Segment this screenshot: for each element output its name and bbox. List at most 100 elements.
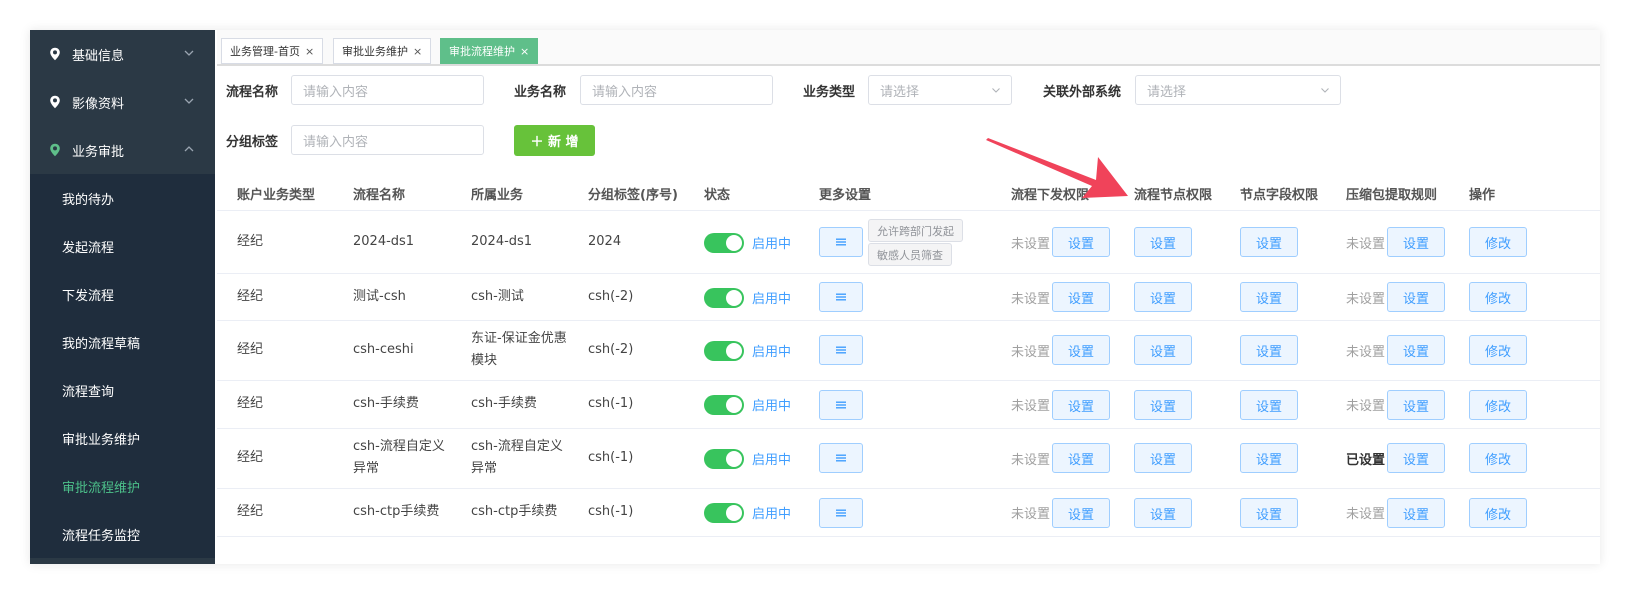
node-set-button[interactable]: 设置	[1134, 282, 1192, 312]
toggle-knob	[726, 235, 742, 251]
cell-group-tag: csh(-1)	[588, 504, 634, 519]
status-toggle[interactable]	[704, 395, 744, 415]
tab-home[interactable]: 业务管理-首页 ×	[221, 38, 324, 64]
add-button[interactable]: ＋ 新 增	[514, 125, 595, 156]
cell-account-type: 经纪	[237, 342, 264, 357]
cell-biz: csh-手续费	[471, 396, 537, 411]
main-content: 业务管理-首页 × 审批业务维护 × 审批流程维护 × 流程名称 请输入内容 业务名称…	[217, 30, 1600, 564]
zip-set-button[interactable]: 设置	[1387, 498, 1445, 528]
tab-biz-maintenance[interactable]: 审批业务维护 ×	[333, 38, 432, 64]
group-tag-input[interactable]: 请输入内容	[291, 125, 484, 155]
zip-set-button[interactable]: 设置	[1387, 282, 1445, 312]
zip-set-button[interactable]: 设置	[1387, 443, 1445, 473]
field-set-button[interactable]: 设置	[1240, 227, 1298, 257]
ext-system-select[interactable]: 请选择	[1135, 75, 1341, 105]
sidebar-item-flow-maintenance[interactable]: 审批流程维护	[30, 462, 215, 510]
col-header-biz: 所属业务	[471, 188, 524, 203]
more-settings-button[interactable]	[819, 443, 863, 473]
zip-status-text: 未设置	[1346, 507, 1386, 522]
chevron-down-icon	[992, 88, 1000, 93]
status-toggle[interactable]	[704, 449, 744, 469]
field-set-button[interactable]: 设置	[1240, 335, 1298, 365]
cell-account-type: 经纪	[237, 450, 264, 465]
cell-flow-name: csh-ctp手续费	[353, 504, 440, 519]
edit-button[interactable]: 修改	[1469, 390, 1527, 420]
dispatch-unset-text: 未设置	[1011, 399, 1051, 414]
hamburger-menu-icon	[836, 454, 846, 462]
edit-button[interactable]: 修改	[1469, 227, 1527, 257]
flow-name-placeholder: 请输入内容	[303, 84, 369, 100]
zip-status-text: 已设置	[1346, 453, 1386, 468]
biz-name-input[interactable]: 请输入内容	[580, 75, 773, 105]
field-set-button[interactable]: 设置	[1240, 443, 1298, 473]
status-toggle[interactable]	[704, 233, 744, 253]
tab-flow-maintenance[interactable]: 审批流程维护 ×	[440, 38, 539, 64]
close-icon[interactable]: ×	[305, 45, 314, 58]
biz-name-label: 业务名称	[514, 85, 567, 100]
edit-button[interactable]: 修改	[1469, 282, 1527, 312]
node-set-button[interactable]: 设置	[1134, 335, 1192, 365]
chevron-down-icon	[184, 50, 194, 56]
sidebar-item-biz-maintenance[interactable]: 审批业务维护	[30, 414, 215, 462]
status-toggle[interactable]	[704, 341, 744, 361]
zip-set-button[interactable]: 设置	[1387, 335, 1445, 365]
edit-button[interactable]: 修改	[1469, 443, 1527, 473]
sidebar-item-flow-query[interactable]: 流程查询	[30, 366, 215, 414]
more-settings-button[interactable]	[819, 335, 863, 365]
field-set-button[interactable]: 设置	[1240, 282, 1298, 312]
field-set-button[interactable]: 设置	[1240, 390, 1298, 420]
field-set-button[interactable]: 设置	[1240, 498, 1298, 528]
table-header: 账户业务类型 流程名称 所属业务 分组标签(序号) 状态 更多设置 流程下发权限…	[217, 173, 1600, 211]
sidebar-group-biz-approval[interactable]: 业务审批	[30, 126, 215, 174]
status-toggle[interactable]	[704, 503, 744, 523]
zip-status-text: 未设置	[1346, 292, 1386, 307]
dispatch-unset-text: 未设置	[1011, 453, 1051, 468]
dispatch-set-button[interactable]: 设置	[1052, 390, 1110, 420]
node-set-button[interactable]: 设置	[1134, 227, 1192, 257]
sidebar-item-start-flow[interactable]: 发起流程	[30, 222, 215, 270]
edit-button[interactable]: 修改	[1469, 498, 1527, 528]
close-icon[interactable]: ×	[520, 45, 529, 58]
sidebar-group-image-data[interactable]: 影像资料	[30, 78, 215, 126]
close-icon[interactable]: ×	[413, 45, 422, 58]
node-set-button[interactable]: 设置	[1134, 390, 1192, 420]
zip-set-button[interactable]: 设置	[1387, 390, 1445, 420]
table-row: 经纪 csh-ceshi 东证-保证金优惠模块 csh(-2) 启用中 未设置 …	[217, 321, 1600, 381]
dispatch-set-button[interactable]: 设置	[1052, 227, 1110, 257]
zip-status-text: 未设置	[1346, 345, 1386, 360]
sidebar-item-dispatch-flow[interactable]: 下发流程	[30, 270, 215, 318]
more-settings-button[interactable]	[819, 227, 863, 257]
dispatch-set-button[interactable]: 设置	[1052, 282, 1110, 312]
cell-account-type: 经纪	[237, 234, 264, 249]
status-text: 启用中	[752, 345, 792, 360]
more-settings-button[interactable]	[819, 390, 863, 420]
sidebar-item-task-monitor[interactable]: 流程任务监控	[30, 510, 215, 558]
sensitive-screen-tag: 敏感人员筛查	[868, 243, 952, 266]
status-toggle[interactable]	[704, 288, 744, 308]
dispatch-set-button[interactable]: 设置	[1052, 443, 1110, 473]
toggle-knob	[726, 290, 742, 306]
dispatch-set-button[interactable]: 设置	[1052, 498, 1110, 528]
sidebar-group-basic-info[interactable]: 基础信息	[30, 30, 215, 78]
flow-name-input[interactable]: 请输入内容	[291, 75, 484, 105]
col-header-dispatch-permission: 流程下发权限	[1011, 188, 1090, 203]
status-text: 启用中	[752, 237, 792, 252]
cell-flow-name: 2024-ds1	[353, 234, 415, 249]
sidebar-item-my-drafts[interactable]: 我的流程草稿	[30, 318, 215, 366]
hamburger-menu-icon	[836, 401, 846, 409]
cell-flow-name: csh-手续费	[353, 396, 419, 411]
tab-label: 审批流程维护	[449, 45, 515, 58]
node-set-button[interactable]: 设置	[1134, 443, 1192, 473]
edit-button[interactable]: 修改	[1469, 335, 1527, 365]
cell-biz: 东证-保证金优惠模块	[471, 331, 567, 368]
more-settings-button[interactable]	[819, 498, 863, 528]
status-text: 启用中	[752, 507, 792, 522]
chevron-up-icon	[184, 146, 194, 152]
more-settings-button[interactable]	[819, 282, 863, 312]
table-row: 经纪 csh-流程自定义异常 csh-流程自定义异常 csh(-1) 启用中 未…	[217, 429, 1600, 489]
zip-set-button[interactable]: 设置	[1387, 227, 1445, 257]
sidebar-item-my-todo[interactable]: 我的待办	[30, 174, 215, 222]
dispatch-set-button[interactable]: 设置	[1052, 335, 1110, 365]
node-set-button[interactable]: 设置	[1134, 498, 1192, 528]
biz-type-select[interactable]: 请选择	[868, 75, 1012, 105]
